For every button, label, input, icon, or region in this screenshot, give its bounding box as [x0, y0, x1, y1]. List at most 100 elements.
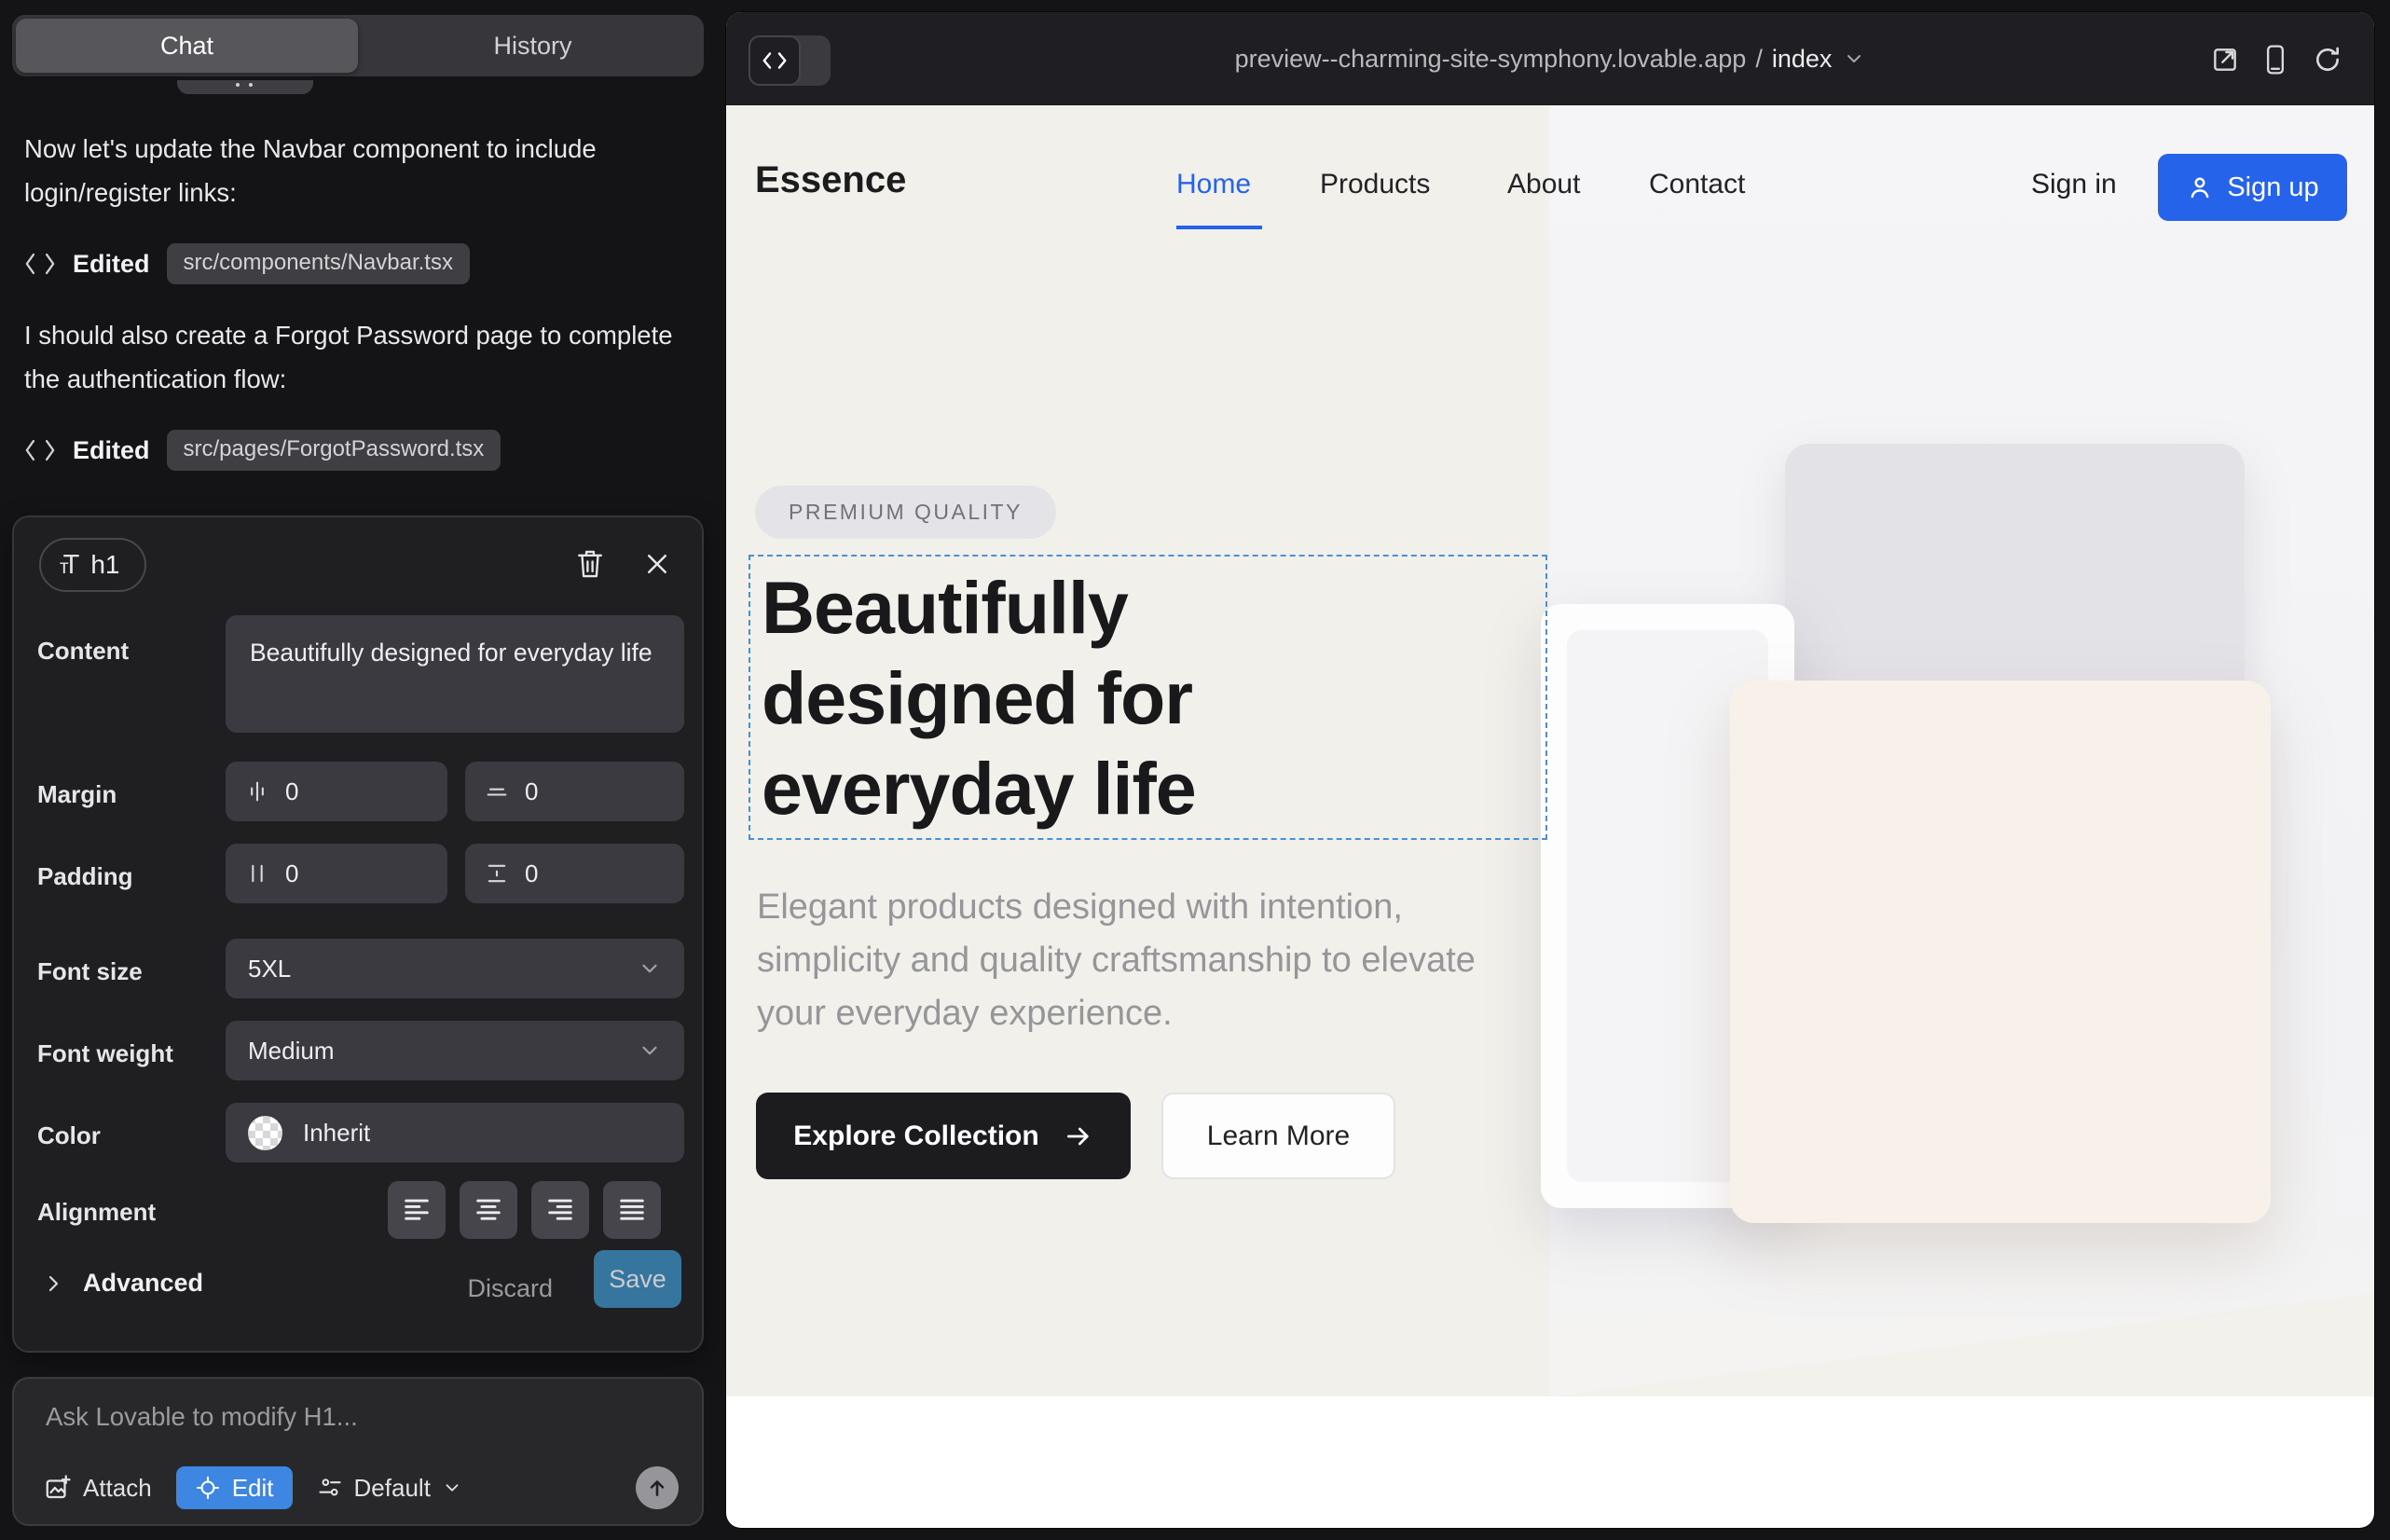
send-button[interactable]: [636, 1466, 679, 1509]
font-weight-select[interactable]: Medium: [226, 1021, 684, 1080]
preview-browser-frame: preview--charming-site-symphony.lovable.…: [726, 12, 2374, 1528]
chevron-down-icon: [638, 1038, 662, 1063]
type-icon: тT: [60, 550, 79, 581]
padding-x-field[interactable]: [226, 844, 447, 903]
hero-heading-line: everyday life: [762, 743, 1545, 833]
edited-label: Edited: [73, 436, 150, 465]
decorative-card-cream: [1730, 681, 2271, 1223]
edited-label: Edited: [73, 250, 150, 279]
font-size-label: Font size: [37, 957, 143, 986]
padding-y-input[interactable]: [525, 859, 618, 888]
align-left-button[interactable]: [388, 1181, 446, 1239]
sign-up-button[interactable]: Sign up: [2158, 154, 2347, 221]
margin-x-field[interactable]: [226, 762, 447, 821]
color-label: Color: [37, 1121, 101, 1150]
hero-heading-line: designed for: [762, 653, 1545, 743]
nav-link-about[interactable]: About: [1507, 169, 1580, 200]
attach-button[interactable]: Attach: [44, 1474, 152, 1503]
open-external-button[interactable]: [2208, 43, 2242, 76]
address-bar[interactable]: preview--charming-site-symphony.lovable.…: [726, 12, 2374, 105]
margin-horizontal-icon: [244, 778, 270, 804]
learn-more-button[interactable]: Learn More: [1161, 1093, 1395, 1179]
chevron-down-icon: [638, 956, 662, 981]
content-label: Content: [37, 637, 129, 666]
tab-history[interactable]: History: [362, 15, 704, 76]
delete-element-button[interactable]: [570, 543, 611, 584]
nav-link-home[interactable]: Home: [1176, 169, 1251, 200]
site-logo[interactable]: Essence: [755, 159, 906, 201]
edited-file-chip[interactable]: src/components/Navbar.tsx: [167, 243, 470, 284]
tab-chat[interactable]: Chat: [16, 19, 358, 73]
prompt-composer: Attach Edit Default: [12, 1377, 704, 1526]
prompt-input[interactable]: [44, 1401, 659, 1433]
color-swatch: [248, 1116, 282, 1150]
explore-collection-button[interactable]: Explore Collection: [756, 1093, 1131, 1179]
edit-mode-button[interactable]: Edit: [176, 1466, 293, 1509]
padding-x-input[interactable]: [285, 859, 378, 888]
browser-toolbar: preview--charming-site-symphony.lovable.…: [726, 12, 2374, 105]
sign-up-label: Sign up: [2227, 172, 2318, 203]
margin-vertical-icon: [484, 778, 510, 804]
sliders-icon: [317, 1475, 343, 1501]
color-select[interactable]: Inherit: [226, 1103, 684, 1162]
user-icon: [2186, 173, 2214, 201]
site-preview: Essence Home Products About Contact Sign…: [726, 105, 2374, 1396]
close-editor-button[interactable]: [637, 543, 678, 584]
margin-x-input[interactable]: [285, 777, 378, 806]
edited-file-row: Edited src/components/Navbar.tsx: [24, 242, 470, 285]
element-editor-panel: тT h1 Content Beautifully designed for e…: [12, 516, 704, 1353]
save-button[interactable]: Save: [594, 1250, 681, 1308]
hero-heading-line: Beautifully: [762, 562, 1545, 653]
padding-vertical-icon: [484, 860, 510, 887]
tag-name: h1: [90, 550, 119, 580]
margin-label: Margin: [37, 780, 117, 809]
mobile-view-button[interactable]: [2259, 43, 2292, 76]
attach-image-icon: [44, 1474, 72, 1502]
attach-label: Attach: [83, 1474, 152, 1503]
chevron-right-icon: [42, 1272, 64, 1295]
selected-h1-outline[interactable]: Beautifully designed for everyday life: [749, 555, 1547, 840]
edited-file-chip[interactable]: src/pages/ForgotPassword.tsx: [167, 430, 501, 471]
url-separator: /: [1755, 45, 1763, 74]
font-weight-value: Medium: [248, 1037, 334, 1066]
chat-sidebar: Chat History Now let's update the Navbar…: [0, 0, 726, 1540]
discard-button[interactable]: Discard: [467, 1274, 553, 1303]
refresh-button[interactable]: [2311, 43, 2344, 76]
app-window: Chat History Now let's update the Navbar…: [0, 0, 2390, 1540]
chat-history-tabbar: Chat History: [12, 15, 704, 76]
explore-label: Explore Collection: [793, 1121, 1038, 1152]
hero-heading[interactable]: Beautifully designed for everyday life: [750, 557, 1545, 833]
color-value: Inherit: [303, 1119, 370, 1148]
code-icon: [24, 437, 56, 463]
margin-y-field[interactable]: [465, 762, 684, 821]
edit-label: Edit: [232, 1474, 274, 1503]
padding-horizontal-icon: [244, 860, 270, 887]
font-size-select[interactable]: 5XL: [226, 939, 684, 998]
code-icon: [24, 251, 56, 277]
url-host: preview--charming-site-symphony.lovable.…: [1235, 45, 1747, 74]
padding-y-field[interactable]: [465, 844, 684, 903]
nav-link-products[interactable]: Products: [1320, 169, 1430, 200]
target-icon: [195, 1475, 221, 1501]
nav-link-contact[interactable]: Contact: [1649, 169, 1745, 200]
url-path: index: [1772, 45, 1833, 74]
padding-label: Padding: [37, 862, 133, 891]
advanced-label: Advanced: [83, 1269, 203, 1298]
advanced-toggle[interactable]: Advanced: [42, 1269, 203, 1298]
margin-y-input[interactable]: [525, 777, 618, 806]
align-right-button[interactable]: [531, 1181, 589, 1239]
font-size-value: 5XL: [248, 955, 291, 983]
model-label: Default: [354, 1474, 431, 1503]
selected-element-tag: тT h1: [39, 538, 146, 592]
model-selector[interactable]: Default: [317, 1474, 462, 1503]
align-justify-button[interactable]: [603, 1181, 661, 1239]
font-weight-label: Font weight: [37, 1039, 173, 1068]
arrow-right-icon: [1064, 1121, 1093, 1151]
sign-in-link[interactable]: Sign in: [2031, 169, 2117, 200]
hero-paragraph: Elegant products designed with intention…: [757, 881, 1503, 1040]
content-input[interactable]: Beautifully designed for everyday life: [226, 615, 684, 733]
decorative-wedge: [1549, 1285, 2374, 1396]
edited-file-row: Edited src/pages/ForgotPassword.tsx: [24, 429, 501, 472]
scrolled-message-peek: [177, 80, 313, 94]
align-center-button[interactable]: [460, 1181, 517, 1239]
